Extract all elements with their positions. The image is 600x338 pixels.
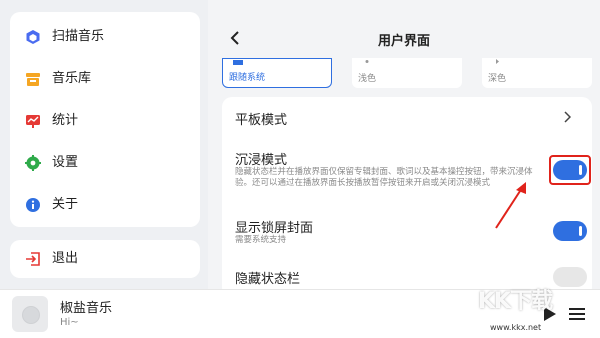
sidebar-item-label: 关于 — [52, 197, 79, 212]
hide-statusbar-title: 隐藏状态栏 — [235, 272, 301, 287]
sidebar-item-label: 音乐库 — [52, 71, 92, 86]
theme-preview-icon — [496, 59, 499, 64]
sidebar-item-stats[interactable]: 统计 — [10, 104, 200, 138]
scan-cube-icon — [26, 30, 40, 44]
annotation-arrow-icon — [495, 182, 526, 229]
theme-preview-icon — [365, 60, 369, 63]
stats-icon — [26, 115, 40, 128]
theme-selector: 跟随系统 浅色 深色 — [222, 58, 592, 90]
sidebar-item-scan-music[interactable]: 扫描音乐 — [10, 20, 200, 54]
theme-label: 跟随系统 — [229, 73, 266, 83]
exit-label: 退出 — [52, 251, 79, 266]
tablet-mode-title: 平板模式 — [235, 113, 288, 128]
toggle-knob — [579, 226, 582, 236]
gear-icon — [25, 155, 41, 171]
sidebar-item-library[interactable]: 音乐库 — [10, 62, 200, 96]
immersive-mode-title: 沉浸模式 — [235, 153, 288, 168]
theme-option-dark[interactable]: 深色 — [482, 58, 592, 88]
album-cover[interactable] — [12, 296, 48, 332]
song-title: 椒盐音乐 — [60, 301, 113, 316]
song-subtitle: Hi~ — [60, 317, 79, 328]
sidebar: 扫描音乐 音乐库 统计 设置 关于 退出 — [0, 0, 208, 337]
lockscreen-cover-toggle[interactable] — [553, 221, 587, 241]
settings-panel: 用户界面 跟随系统 浅色 深色 平板模式 沉浸模式 隐藏状态栏并在播放界面仅保留… — [208, 0, 600, 297]
lockscreen-cover-desc: 需要系统支持 — [235, 235, 287, 245]
theme-option-light[interactable]: 浅色 — [352, 58, 462, 88]
page-title: 用户界面 — [377, 34, 430, 49]
watermark-logo: KK下载 — [478, 289, 553, 314]
hide-statusbar-toggle[interactable] — [553, 267, 587, 287]
sidebar-item-about[interactable]: 关于 — [10, 188, 200, 222]
annotation-highlight-box — [549, 155, 591, 185]
chevron-right-icon[interactable] — [563, 111, 571, 123]
theme-option-follow-system[interactable]: 跟随系统 — [222, 58, 332, 88]
lockscreen-cover-title: 显示锁屏封面 — [235, 221, 314, 236]
immersive-mode-desc: 隐藏状态栏并在播放界面仅保留专辑封面、歌词以及基本操控按钮，带来沉浸体验。还可以… — [235, 167, 533, 188]
theme-label: 浅色 — [358, 74, 377, 84]
playlist-icon[interactable] — [569, 307, 585, 321]
exit-icon — [26, 252, 40, 266]
library-icon — [26, 73, 40, 86]
exit-button[interactable]: 退出 — [10, 240, 200, 278]
sidebar-item-settings[interactable]: 设置 — [10, 146, 200, 180]
disc-icon — [22, 306, 40, 324]
theme-preview-icon — [233, 60, 243, 65]
nav-menu: 扫描音乐 音乐库 统计 设置 关于 — [10, 12, 200, 227]
settings-list: 平板模式 沉浸模式 隐藏状态栏并在播放界面仅保留专辑封面、歌词以及基本操控按钮，… — [222, 97, 592, 297]
theme-label: 深色 — [488, 74, 507, 84]
sidebar-item-label: 扫描音乐 — [52, 29, 105, 44]
sidebar-item-label: 设置 — [52, 155, 79, 170]
sidebar-item-label: 统计 — [52, 113, 79, 128]
info-icon — [26, 198, 40, 212]
watermark-url: www.kkx.net — [490, 323, 542, 332]
